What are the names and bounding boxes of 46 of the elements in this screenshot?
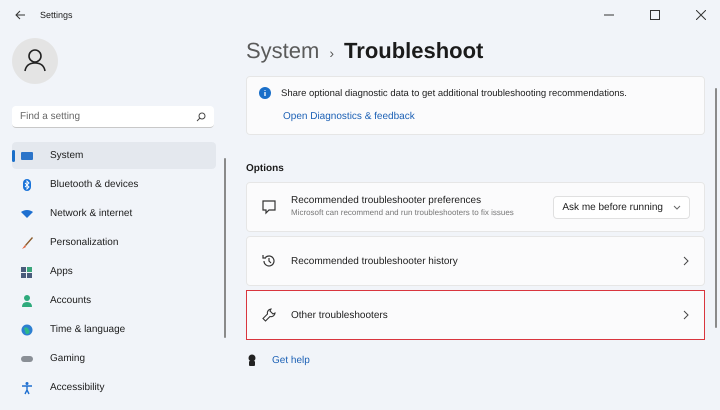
nav-item[interactable]: Time & language (12, 316, 216, 343)
option-card[interactable]: Recommended troubleshooter history (246, 236, 705, 286)
avatar-icon[interactable] (12, 38, 58, 84)
chat-icon (261, 199, 277, 215)
nav-item[interactable]: Bluetooth & devices (12, 171, 216, 198)
close-icon[interactable] (696, 10, 706, 20)
accessibility-icon (20, 380, 34, 394)
help-link[interactable]: Get help (272, 354, 310, 366)
chevron-icon (682, 310, 690, 320)
info-icon (259, 87, 271, 99)
option-card[interactable]: Recommended troubleshooter preferences Microsoft can recommend and run troubleshooters to fix issues Ask me before running (246, 182, 705, 232)
back-icon[interactable] (14, 9, 26, 21)
search-field[interactable]: Find a setting (12, 106, 214, 128)
section-heading: Options (246, 163, 285, 174)
caret-icon (673, 203, 681, 211)
option-card[interactable]: Other troubleshooters (246, 290, 705, 340)
nav-item[interactable]: Network & internet (12, 200, 216, 227)
person-icon (20, 294, 34, 308)
nav-item[interactable]: Apps (12, 258, 216, 285)
nav-item[interactable]: Accounts (12, 287, 216, 314)
nav-item[interactable]: Accessibility (12, 374, 216, 401)
option-title: Recommended troubleshooter preferences (291, 195, 482, 206)
diagnostics-link[interactable]: Open Diagnostics & feedback (283, 111, 692, 122)
apps-icon (20, 264, 34, 278)
nav-item[interactable]: System (12, 142, 216, 169)
maximize-icon[interactable] (650, 10, 660, 20)
nav-item[interactable]: Personalization (12, 229, 216, 256)
globe-icon (20, 322, 34, 336)
breadcrumb-link[interactable]: System (246, 38, 320, 64)
history-icon (261, 253, 277, 269)
brush-icon (20, 236, 34, 250)
scrollbar[interactable] (224, 158, 226, 338)
scrollbar[interactable] (715, 88, 717, 328)
breadcrumb-separator: › (329, 45, 334, 61)
info-text: Share optional diagnostic data to get additional troubleshooting recommendations. (281, 88, 627, 98)
option-title: Recommended troubleshooter history (291, 256, 459, 266)
chevron-icon (682, 256, 690, 266)
wrench-icon (261, 307, 277, 323)
bluetooth-icon (20, 178, 34, 192)
page-title: Troubleshoot (344, 38, 484, 64)
option-title: Other troubleshooters (291, 310, 389, 320)
search-icon[interactable] (196, 112, 206, 122)
preference-dropdown[interactable]: Ask me before running (553, 196, 690, 218)
window-title: Settings (40, 10, 73, 20)
option-description: Microsoft can recommend and run troubleshooters to fix issues (291, 208, 515, 219)
nav-item[interactable]: Gaming (12, 345, 216, 372)
